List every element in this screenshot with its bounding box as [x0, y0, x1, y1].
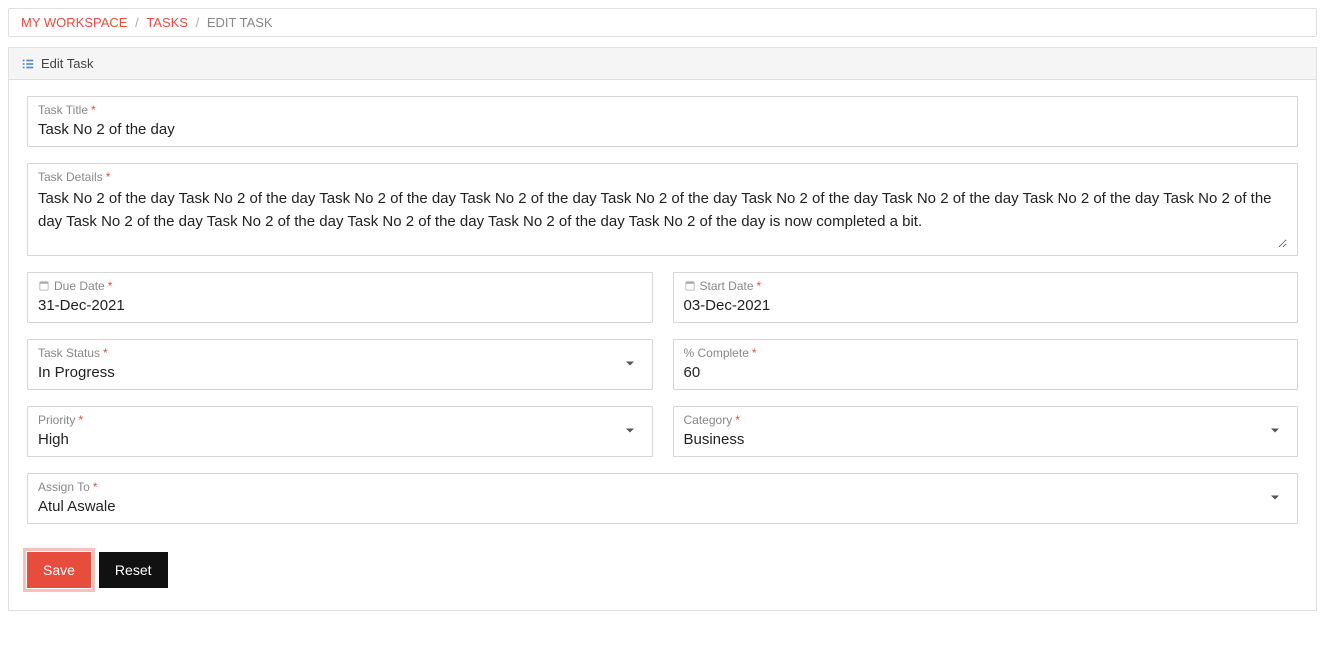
task-status-field[interactable]: Task Status* In Progress: [27, 339, 653, 390]
edit-task-panel: Edit Task Task Title* Task Details*: [8, 47, 1317, 611]
category-field[interactable]: Category* Business: [673, 406, 1299, 457]
percent-complete-label: % Complete*: [684, 346, 1288, 360]
panel-title: Edit Task: [41, 56, 94, 71]
breadcrumb-sep: /: [196, 15, 200, 30]
task-title-field[interactable]: Task Title*: [27, 96, 1298, 147]
task-status-label: Task Status*: [38, 346, 642, 360]
breadcrumb-my-workspace[interactable]: MY WORKSPACE: [21, 15, 127, 30]
task-details-field[interactable]: Task Details*: [27, 163, 1298, 256]
start-date-input[interactable]: [684, 297, 1288, 314]
calendar-icon: [684, 280, 696, 292]
category-label: Category*: [684, 413, 1288, 427]
list-icon: [21, 57, 35, 71]
percent-complete-field[interactable]: % Complete*: [673, 339, 1299, 390]
task-details-label: Task Details*: [38, 170, 1287, 184]
priority-field[interactable]: Priority* High: [27, 406, 653, 457]
save-button[interactable]: Save: [27, 552, 91, 588]
assign-to-value[interactable]: Atul Aswale: [38, 498, 1287, 515]
due-date-field[interactable]: Due Date*: [27, 272, 653, 323]
breadcrumb: MY WORKSPACE / TASKS / EDIT TASK: [8, 8, 1317, 37]
priority-label: Priority*: [38, 413, 642, 427]
panel-body: Task Title* Task Details*: [9, 80, 1316, 610]
start-date-label: Start Date*: [684, 279, 1288, 293]
category-value[interactable]: Business: [684, 431, 1288, 448]
task-status-value[interactable]: In Progress: [38, 364, 642, 381]
breadcrumb-tasks[interactable]: TASKS: [146, 15, 188, 30]
task-details-input[interactable]: [38, 188, 1287, 248]
panel-header: Edit Task: [9, 48, 1316, 80]
task-title-label: Task Title*: [38, 103, 1287, 117]
due-date-label: Due Date*: [38, 279, 642, 293]
calendar-icon: [38, 280, 50, 292]
start-date-field[interactable]: Start Date*: [673, 272, 1299, 323]
due-date-input[interactable]: [38, 297, 642, 314]
assign-to-field[interactable]: Assign To* Atul Aswale: [27, 473, 1298, 524]
form-buttons: Save Reset: [27, 552, 1298, 588]
breadcrumb-sep: /: [135, 15, 139, 30]
percent-complete-input[interactable]: [684, 364, 1288, 381]
task-title-input[interactable]: [38, 121, 1287, 138]
assign-to-label: Assign To*: [38, 480, 1287, 494]
priority-value[interactable]: High: [38, 431, 642, 448]
reset-button[interactable]: Reset: [99, 552, 168, 588]
breadcrumb-current: EDIT TASK: [207, 15, 273, 30]
